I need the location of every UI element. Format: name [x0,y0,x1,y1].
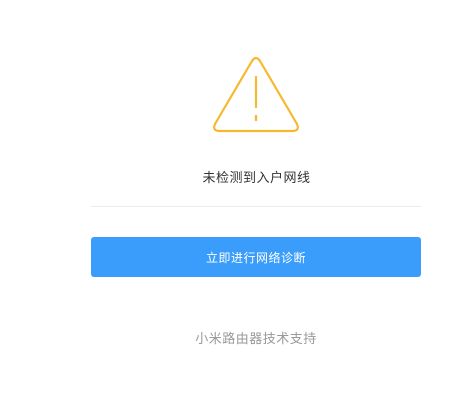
network-error-page: 未检测到入户网线 立即进行网络诊断 小米路由器技术支持 [0,0,475,402]
status-message: 未检测到入户网线 [202,171,311,186]
tech-support-link[interactable]: 小米路由器技术支持 [91,328,421,347]
warning-triangle-icon [213,56,299,133]
divider [91,206,421,207]
network-diagnose-button[interactable]: 立即进行网络诊断 [91,237,421,277]
